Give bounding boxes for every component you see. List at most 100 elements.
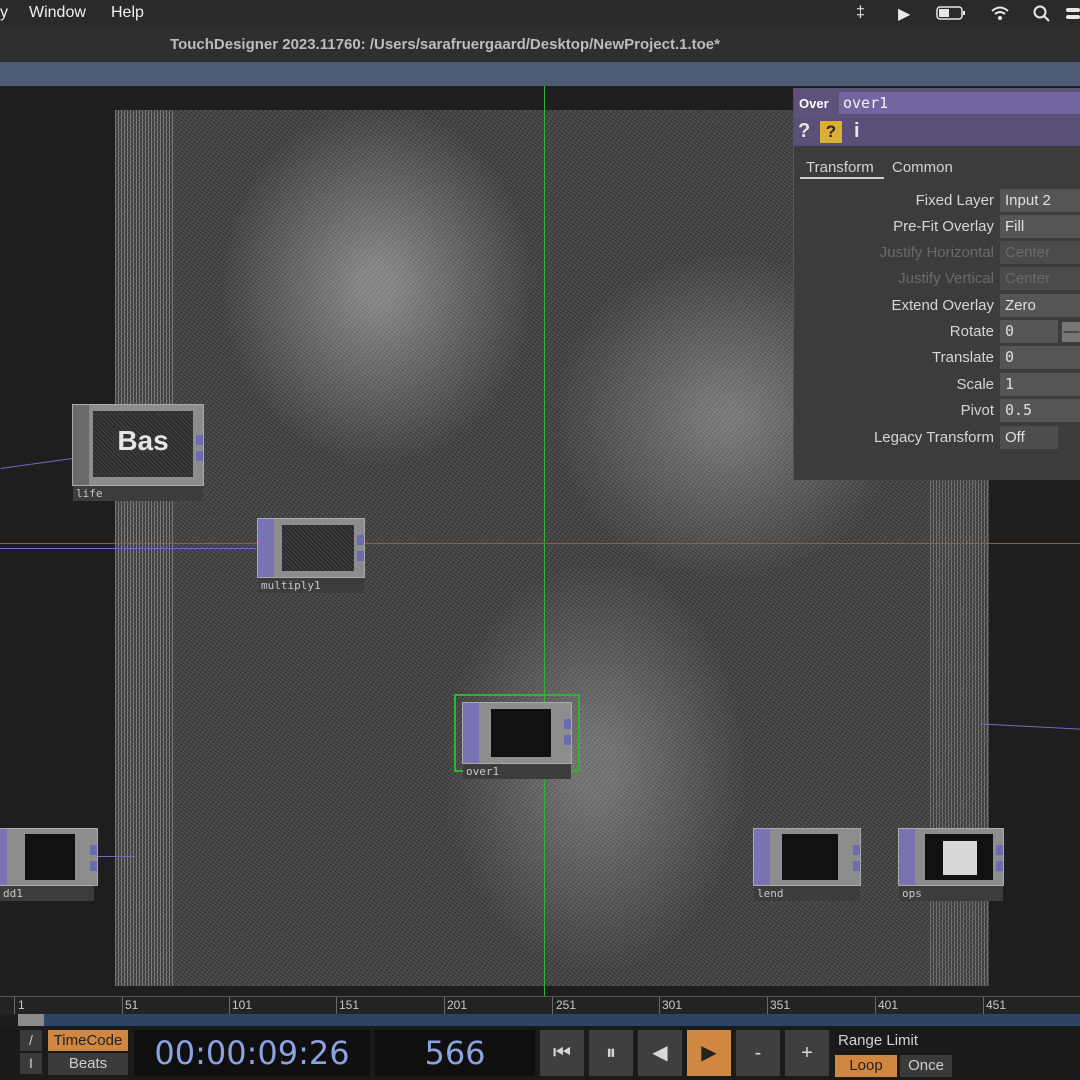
node-lend[interactable]: lend [753, 828, 861, 901]
param-fixed-layer: Fixed Layer Input 2 [794, 188, 1080, 213]
node-preview [491, 709, 551, 757]
node-label[interactable]: over1 [463, 764, 571, 779]
step-back-button[interactable]: - [736, 1030, 780, 1076]
node-wire [0, 458, 73, 470]
play-forward-button[interactable]: ▶ [687, 1030, 731, 1076]
node-wire [0, 548, 256, 549]
justify-horizontal-menu[interactable]: Center [1000, 241, 1080, 264]
timecode-display[interactable]: 00:00:09:26 [134, 1030, 370, 1076]
output-port[interactable] [357, 551, 364, 561]
menu-window[interactable]: Window [29, 4, 86, 22]
beats-mode-button[interactable]: Beats [48, 1053, 128, 1075]
parameter-icon-row: ? ? i [794, 118, 1080, 146]
param-label: Scale [956, 376, 994, 393]
control-center-icon[interactable] [1066, 5, 1080, 28]
param-label: Pre-Fit Overlay [893, 218, 994, 235]
node-label[interactable]: dd1 [0, 886, 94, 901]
node-label[interactable]: ops [899, 886, 1003, 901]
python-help-icon[interactable]: ? [820, 121, 842, 143]
timeline-scroll-thumb[interactable] [18, 1014, 44, 1026]
rewind-button[interactable]: ⏮ [540, 1030, 584, 1076]
param-label: Fixed Layer [915, 192, 994, 209]
tab-common[interactable]: Common [892, 159, 953, 176]
node-label[interactable]: multiply1 [258, 578, 364, 593]
timecode-mode-button[interactable]: TimeCode [48, 1030, 128, 1051]
node-ops[interactable]: ops [898, 828, 1004, 901]
output-port[interactable] [564, 719, 571, 729]
param-label: Legacy Transform [873, 429, 994, 446]
airpods-icon[interactable]: ‡ [856, 4, 865, 22]
window-title: TouchDesigner 2023.11760: /Users/sarafru… [170, 36, 720, 53]
node-over1[interactable]: over1 [454, 694, 580, 779]
param-extend-overlay: Extend Overlay Zero [794, 293, 1080, 318]
input-ports[interactable] [258, 519, 274, 577]
output-port[interactable] [564, 735, 571, 745]
timeline-scrollbar[interactable] [18, 1014, 1080, 1026]
battery-icon[interactable] [936, 6, 966, 25]
output-port[interactable] [853, 861, 860, 871]
parameter-panel: Over over1 ? ? i Transform Common Fixed … [793, 88, 1080, 480]
play-reverse-button[interactable]: ◀ [638, 1030, 682, 1076]
node-preview: Bas [93, 411, 193, 477]
output-port[interactable] [196, 451, 203, 461]
pivot-field[interactable]: 0.5 [1000, 399, 1080, 422]
node-add[interactable]: dd1 [0, 828, 98, 901]
node-life[interactable]: Bas life [72, 404, 204, 501]
node-label[interactable]: life [73, 486, 203, 501]
param-pivot: Pivot 0.5 [794, 398, 1080, 423]
info-button[interactable]: I [20, 1053, 42, 1074]
network-path-bar[interactable] [0, 62, 1080, 86]
once-button[interactable]: Once [900, 1055, 952, 1077]
help-icon[interactable]: ? [798, 120, 810, 143]
scale-field[interactable]: 1 [1000, 373, 1080, 396]
output-port[interactable] [90, 861, 97, 871]
tick-label: 351 [770, 998, 791, 1012]
param-rotate: Rotate 0 — [794, 319, 1080, 344]
output-port[interactable] [996, 845, 1003, 855]
node-preview-text: Bas [117, 425, 169, 456]
tab-transform[interactable]: Transform [806, 159, 874, 176]
loop-button[interactable]: Loop [835, 1055, 897, 1077]
input-ports[interactable] [0, 829, 7, 885]
node-flag-strip[interactable] [73, 405, 89, 485]
search-icon[interactable] [1033, 5, 1051, 28]
menu-help[interactable]: Help [111, 4, 144, 22]
play-icon[interactable]: ▶ [898, 4, 910, 24]
input-ports[interactable] [463, 703, 479, 763]
info-icon[interactable]: i [854, 120, 860, 143]
node-label[interactable]: lend [754, 886, 860, 901]
param-label: Justify Vertical [898, 270, 994, 287]
node-preview [282, 525, 354, 571]
pause-button[interactable]: ⏸ [589, 1030, 633, 1076]
tick-label: 51 [125, 998, 139, 1012]
root-button[interactable]: / [20, 1030, 42, 1051]
wifi-icon[interactable] [990, 5, 1010, 26]
rotate-field[interactable]: 0 [1000, 320, 1058, 343]
tick-label: 101 [232, 998, 253, 1012]
param-label: Rotate [949, 323, 994, 340]
input-ports[interactable] [899, 829, 915, 885]
step-forward-button[interactable]: + [785, 1030, 829, 1076]
output-port[interactable] [90, 845, 97, 855]
timeline-ruler[interactable]: 1 51 101 151 201 251 301 351 401 451 [0, 996, 1080, 1015]
menu-apple-partial[interactable]: y [0, 4, 8, 22]
input-ports[interactable] [754, 829, 770, 885]
prefit-overlay-menu[interactable]: Fill [1000, 215, 1080, 238]
output-port[interactable] [996, 861, 1003, 871]
render-edge-band [930, 466, 990, 986]
fixed-layer-menu[interactable]: Input 2 [1000, 189, 1080, 212]
param-scale: Scale 1 [794, 372, 1080, 397]
rotate-slider[interactable]: — [1062, 322, 1080, 342]
justify-vertical-menu[interactable]: Center [1000, 267, 1080, 290]
active-tab-indicator [800, 177, 884, 179]
operator-name-field[interactable]: over1 [839, 92, 1080, 114]
output-port[interactable] [853, 845, 860, 855]
extend-overlay-menu[interactable]: Zero [1000, 294, 1080, 317]
output-port[interactable] [196, 435, 203, 445]
output-port[interactable] [357, 535, 364, 545]
legacy-transform-toggle[interactable]: Off [1000, 426, 1058, 449]
node-multiply[interactable]: multiply1 [257, 518, 365, 593]
node-preview [782, 834, 838, 880]
translate-field[interactable]: 0 [1000, 346, 1080, 369]
frame-display[interactable]: 566 [375, 1030, 535, 1076]
